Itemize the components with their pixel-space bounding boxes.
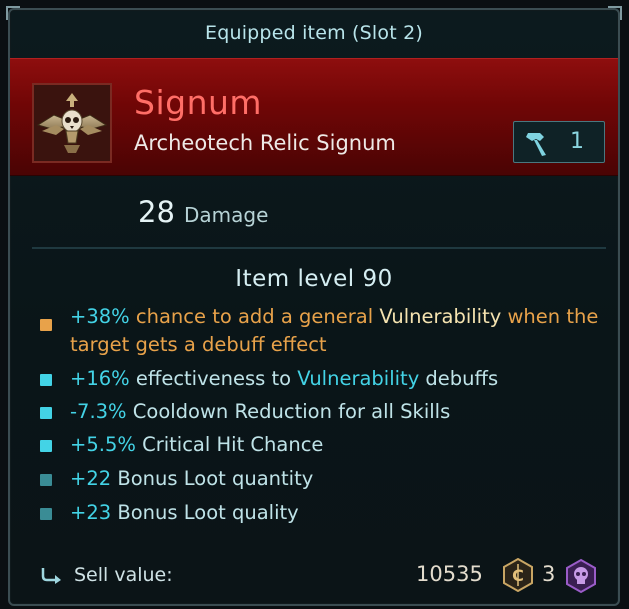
aq-amount: 3	[542, 562, 556, 586]
hammer-icon	[522, 129, 552, 161]
bullet-icon	[40, 474, 52, 486]
affix-row: -7.3% Cooldown Reduction for all Skills	[32, 398, 602, 426]
affix-row: +5.5% Critical Hit Chance	[32, 431, 602, 459]
rank-value: 1	[570, 129, 584, 154]
bullet-icon	[40, 374, 52, 386]
affix-text: Critical Hit Chance	[135, 433, 324, 456]
affix-text: Bonus Loot quantity	[111, 467, 314, 490]
item-level: Item level 90	[235, 266, 393, 292]
affix-text: effectiveness to	[129, 367, 298, 390]
divider	[32, 247, 606, 249]
bullet-icon	[40, 508, 52, 520]
sell-arrow-icon	[40, 566, 64, 588]
sell-label: Sell value:	[74, 564, 173, 586]
affix-value: +23	[70, 501, 112, 524]
affix-row: +23 Bonus Loot quality	[32, 499, 602, 527]
damage-value: 28	[138, 195, 175, 229]
affix-value: +5.5%	[70, 433, 136, 456]
affix-value: +38%	[70, 305, 130, 328]
item-type: Archeotech Relic Signum	[134, 131, 396, 155]
affix-text: chance to add a general	[129, 305, 380, 328]
gold-amount: 10535	[416, 562, 483, 586]
frame-corner	[6, 6, 20, 20]
affix-value: +16%	[70, 367, 130, 390]
affix-text: Cooldown Reduction for all Skills	[126, 400, 451, 423]
rank-indicator: 1	[513, 121, 605, 163]
item-banner: Signum Archeotech Relic Signum 1	[10, 58, 618, 176]
sell-value-row: Sell value: 10535 C 3	[36, 557, 606, 594]
damage-stat: 28 Damage	[138, 195, 268, 229]
affix-keyword: Vulnerability	[379, 305, 502, 328]
affix-text: debuffs	[419, 367, 499, 390]
affix-value: +22	[70, 467, 112, 490]
credits-coin-icon: C	[502, 557, 534, 596]
bullet-icon	[40, 407, 52, 419]
damage-label: Damage	[184, 203, 269, 227]
skull-hex-icon	[563, 558, 599, 598]
bullet-icon	[40, 319, 52, 331]
item-name: Signum	[134, 83, 263, 122]
frame-corner	[608, 6, 622, 20]
eagle-skull-icon	[32, 83, 112, 163]
bullet-icon	[40, 440, 52, 452]
affix-value: -7.3%	[70, 400, 127, 423]
affix-row: +38% chance to add a general Vulnerabili…	[32, 303, 602, 359]
affix-text: Bonus Loot quality	[111, 501, 299, 524]
affix-keyword: Vulnerability	[297, 367, 420, 390]
affix-row: +16% effectiveness to Vulnerability debu…	[32, 365, 602, 393]
tooltip-header: Equipped item (Slot 2)	[204, 22, 424, 44]
affix-row: +22 Bonus Loot quantity	[32, 465, 602, 493]
item-tooltip: Equipped item (Slot 2) Signum Archeotech…	[6, 6, 622, 606]
